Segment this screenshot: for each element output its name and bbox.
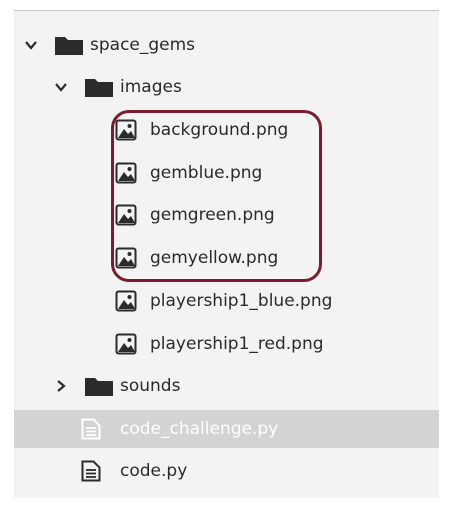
file-label: gemyellow.png [150,248,279,268]
file-row[interactable]: background.png [14,111,439,149]
folder-icon [85,79,113,97]
file-explorer-panel: space_gems images background.png gemblue… [14,10,439,498]
image-file-icon [115,247,137,269]
folder-row-space-gems[interactable]: space_gems [14,26,439,64]
chevron-down-icon[interactable] [54,80,68,94]
folder-label: images [120,77,182,97]
file-label: playership1_blue.png [150,291,333,311]
file-row[interactable]: gemgreen.png [14,196,439,234]
file-label: background.png [150,120,289,140]
folder-label: sounds [120,376,181,396]
file-row[interactable]: code.py [14,452,439,490]
folder-row-images[interactable]: images [14,68,439,106]
chevron-down-icon[interactable] [24,38,38,52]
file-row[interactable]: playership1_blue.png [14,282,439,320]
file-label: playership1_red.png [150,334,324,354]
file-label: code_challenge.py [120,419,279,439]
text-file-icon [81,418,101,440]
file-label: gemgreen.png [150,205,275,225]
image-file-icon [115,162,137,184]
text-file-icon [81,460,101,482]
panel-top-border [14,10,439,11]
image-file-icon [115,333,137,355]
folder-row-sounds[interactable]: sounds [14,367,439,405]
chevron-right-icon[interactable] [54,379,68,393]
folder-icon [85,378,113,396]
folder-label: space_gems [90,35,196,55]
file-label: code.py [120,461,188,481]
image-file-icon [115,119,137,141]
file-row[interactable]: gemblue.png [14,154,439,192]
image-file-icon [115,204,137,226]
file-row-selected[interactable]: code_challenge.py [14,410,439,448]
file-row[interactable]: playership1_red.png [14,325,439,363]
file-label: gemblue.png [150,163,263,183]
image-file-icon [115,290,137,312]
folder-icon [55,37,83,55]
file-row[interactable]: gemyellow.png [14,239,439,277]
